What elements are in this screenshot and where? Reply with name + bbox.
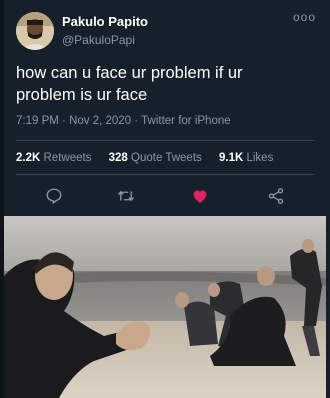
retweet-icon [117,190,135,202]
likes-stat[interactable]: 9.1K Likes [219,152,273,164]
tweet-text: how can u face ur problem if ur problem … [16,62,316,106]
quote-tweets-count: 328 [108,152,128,164]
retweet-button[interactable] [112,184,140,208]
quote-tweets-label: Quote Tweets [131,152,202,164]
tweet-date[interactable]: Nov 2, 2020 [69,115,131,127]
meta-separator: · [134,115,139,127]
meme-photo [4,216,326,398]
share-icon [268,188,284,204]
tweet-text-line: problem is ur face [16,86,148,104]
share-button[interactable] [262,184,290,208]
avatar-image [16,12,54,50]
meta-separator: · [62,115,66,127]
avatar[interactable] [16,12,54,50]
divider [16,174,314,175]
like-button[interactable] [186,184,214,208]
tweet-source[interactable]: Twitter for iPhone [141,115,230,127]
tweet-card: Pakulo Papito @PakuloPapi ooo how can u … [0,0,330,398]
likes-label: Likes [246,152,274,164]
user-handle[interactable]: @PakuloPapi [62,32,148,48]
tweet-header: Pakulo Papito @PakuloPapi ooo [16,10,316,50]
retweets-count: 2.2K [16,152,41,164]
quote-tweets-stat[interactable]: 328 Quote Tweets [109,152,202,164]
reply-button[interactable] [40,184,68,208]
tweet-actions [16,184,314,208]
author-names: Pakulo Papito @PakuloPapi [62,14,148,48]
more-options-icon[interactable]: ooo [293,10,316,24]
tweet-time[interactable]: 7:19 PM [16,115,59,127]
tweet-media-image[interactable] [4,216,326,398]
tweet-stats: 2.2K Retweets 328 Quote Tweets 9.1K Like… [16,152,287,164]
display-name[interactable]: Pakulo Papito [62,14,148,30]
tweet-meta: 7:19 PM · Nov 2, 2020 · Twitter for iPho… [16,115,231,127]
likes-count: 9.1K [218,152,244,164]
heart-icon [193,190,207,203]
divider [16,140,314,141]
retweets-label: Retweets [43,152,92,164]
tweet-text-line: how can u face ur problem if ur [16,64,243,82]
reply-icon [46,188,62,204]
retweets-stat[interactable]: 2.2K Retweets [16,152,91,164]
